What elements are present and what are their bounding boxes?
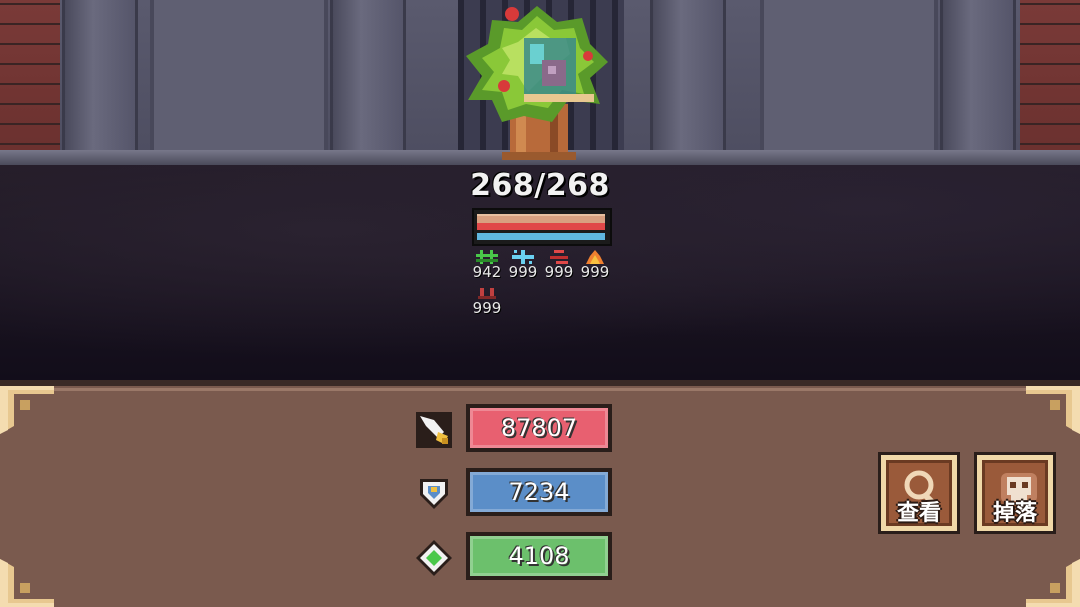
drop-button-face: 掉落 [982, 460, 1048, 526]
boss-arena-background [0, 0, 1080, 165]
corner-ornament [0, 559, 54, 607]
sword-icon [416, 412, 452, 448]
fire-icon [586, 250, 604, 264]
corner-ornament [0, 386, 54, 434]
boss-shield-bar [477, 233, 605, 240]
stone-panel [150, 0, 328, 154]
curse-icon [478, 288, 496, 299]
view-button-face: 查看 [886, 460, 952, 526]
resistance-bleed: 999 [542, 250, 576, 280]
boss-sprite-tree-monster [466, 6, 608, 160]
defense-value: 7234 [466, 468, 612, 516]
resistance-fire: 999 [578, 250, 612, 280]
stone-pillar [650, 0, 726, 165]
attack-value: 87807 [466, 404, 612, 452]
stone-pillar [62, 0, 138, 165]
stone-pillar [940, 0, 1016, 165]
resistance-value: 999 [508, 263, 538, 281]
view-button-label: 查看 [896, 501, 941, 526]
resistance-value: 999 [544, 263, 574, 281]
ice-icon [512, 250, 534, 264]
resistance-poison: 942 [470, 250, 504, 280]
corner-ornament [1026, 559, 1080, 607]
corner-ornament [1026, 386, 1080, 434]
speed-gem-icon [416, 540, 452, 576]
boss-health-bars [472, 208, 612, 246]
resistance-curse: 999 [470, 286, 504, 316]
resistance-ice: 999 [506, 250, 540, 280]
boss-hp-text: 268/268 [470, 168, 610, 203]
shield-icon [420, 479, 448, 509]
stone-panel [760, 0, 938, 154]
stone-pillar [330, 0, 406, 165]
view-button[interactable]: 查看 [878, 452, 960, 534]
drop-button-label: 掉落 [992, 501, 1037, 526]
boss-hp-bar [477, 223, 605, 230]
bleed-icon [550, 250, 568, 264]
resistance-value: 999 [472, 299, 502, 317]
brick-wall-left [0, 0, 60, 165]
resistance-value: 942 [472, 263, 502, 281]
boss-armor-bar [477, 214, 605, 223]
resistance-value: 999 [580, 263, 610, 281]
drop-button[interactable]: 掉落 [974, 452, 1056, 534]
poison-icon [476, 250, 498, 264]
speed-value: 4108 [466, 532, 612, 580]
brick-wall-right [1020, 0, 1080, 165]
